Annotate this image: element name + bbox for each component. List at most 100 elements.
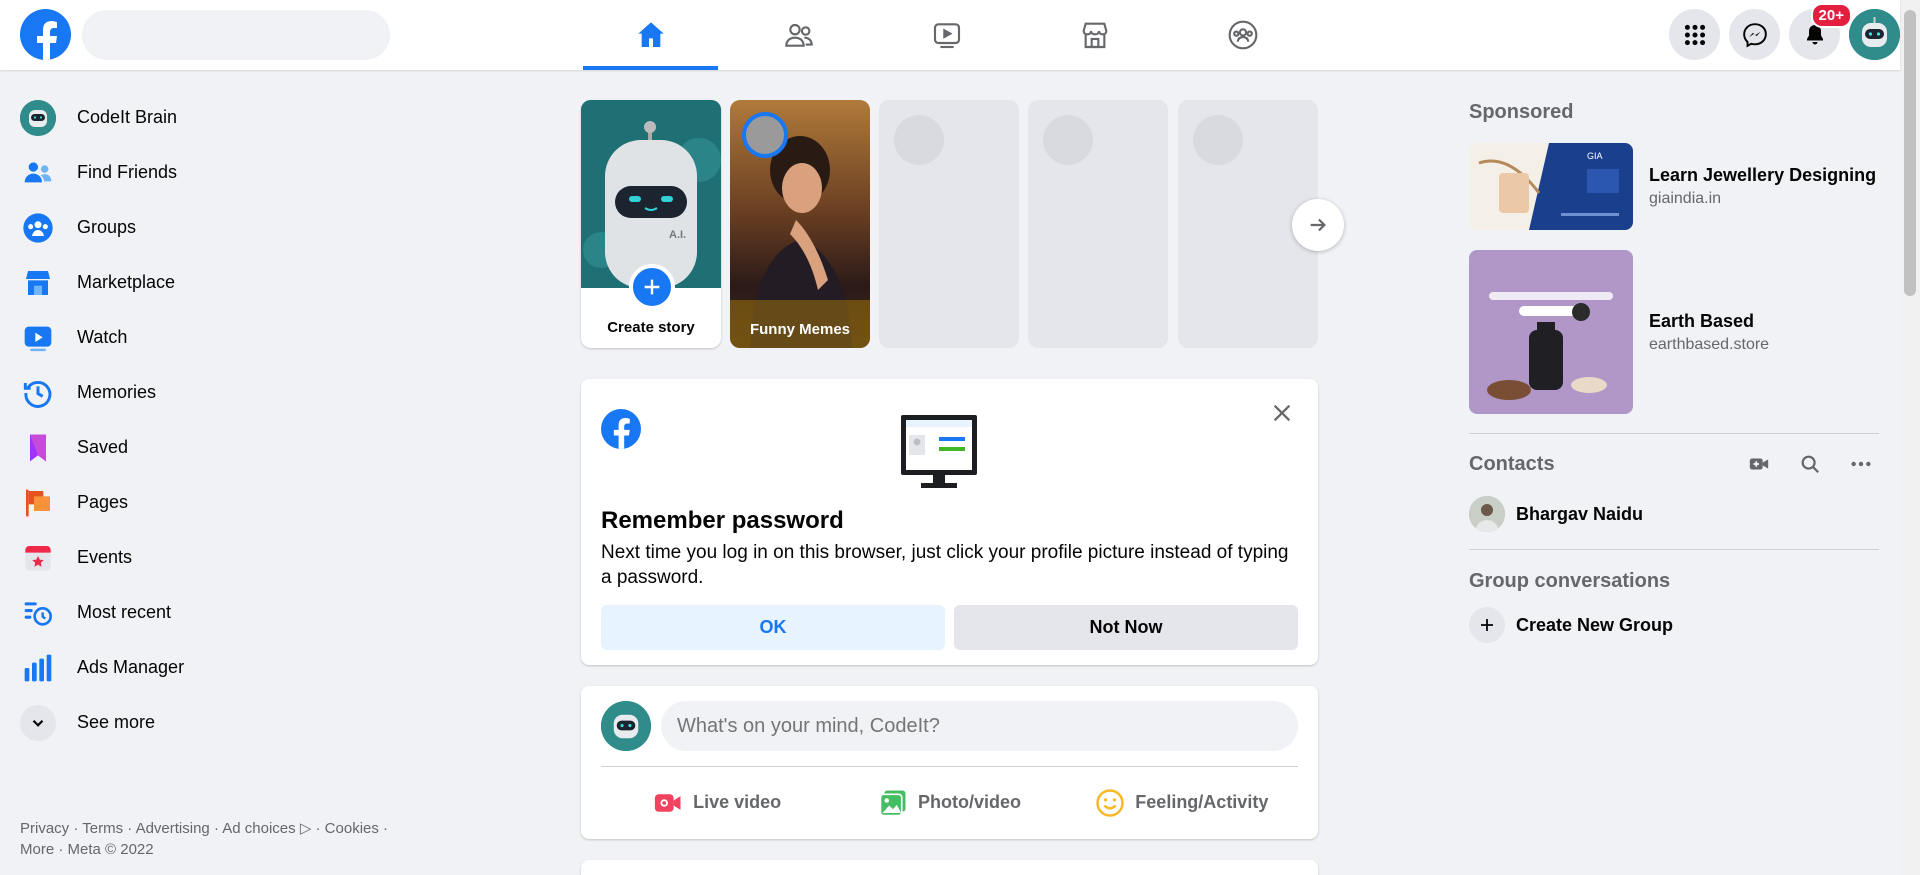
friends-icon [24, 161, 52, 182]
svg-text:GIA: GIA [1587, 151, 1603, 161]
tab-marketplace[interactable] [1027, 0, 1162, 70]
facebook-logo-icon [601, 409, 641, 449]
group-conversations-title: Group conversations [1469, 570, 1671, 592]
memories-icon [23, 380, 52, 408]
sidebar-item-find-friends[interactable]: Find Friends [10, 145, 430, 200]
ok-button[interactable]: OK [601, 605, 945, 650]
divider [1469, 549, 1879, 550]
stories-next-button[interactable] [1292, 199, 1344, 251]
story-placeholder [1028, 100, 1168, 348]
tab-home[interactable] [583, 0, 718, 70]
arrow-right-icon [1310, 218, 1326, 232]
divider [601, 766, 1298, 767]
sidebar-item-label: Memories [77, 382, 157, 402]
calendar-icon [25, 545, 51, 571]
composer-actions: Live video Photo/video Feeling/Activity [601, 776, 1298, 829]
marketplace-icon [26, 270, 50, 295]
sidebar-item-saved[interactable]: Saved [10, 420, 430, 475]
contact-item[interactable]: Bhargav Naidu [1469, 488, 1879, 540]
divider [1469, 433, 1879, 434]
sidebar-item-pages[interactable]: Pages [10, 475, 430, 530]
notifications-button[interactable]: 20+ [1789, 3, 1852, 60]
story-funny-memes[interactable]: Funny Memes [730, 100, 870, 348]
monitor-illustration-icon [901, 415, 977, 488]
footer-line[interactable]: More · Meta © 2022 [20, 839, 420, 860]
sidebar-see-more[interactable]: See more [10, 695, 430, 750]
sidebar-item-label: See more [77, 712, 156, 732]
footer-links: Privacy · Terms · Advertising · Ad choic… [20, 818, 420, 860]
close-button[interactable] [1266, 397, 1298, 429]
add-story-button[interactable] [629, 264, 675, 310]
watch-icon [24, 326, 52, 351]
photo-video-button[interactable]: Photo/video [833, 776, 1065, 829]
sidebar-item-label: Most recent [77, 602, 172, 622]
not-now-button[interactable]: Not Now [954, 605, 1298, 650]
sidebar-item-marketplace[interactable]: Marketplace [10, 255, 430, 310]
tab-watch[interactable] [879, 0, 1014, 70]
grid-menu-icon [1684, 24, 1705, 45]
ad-image [1469, 250, 1633, 414]
sidebar-item-label: Groups [77, 217, 137, 237]
card-title: Remember password [601, 507, 844, 534]
home-icon [637, 22, 664, 47]
sidebar-item-events[interactable]: Events [10, 530, 430, 585]
sponsored-title: Sponsored [1469, 101, 1574, 123]
tab-groups[interactable] [1175, 0, 1310, 70]
sidebar-item-watch[interactable]: Watch [10, 310, 430, 365]
menu-button[interactable] [1669, 9, 1720, 60]
sidebar-item-label: Watch [77, 327, 128, 347]
ad-site: earthbased.store [1649, 335, 1770, 353]
most-recent-icon [24, 601, 52, 626]
robot-avatar-image: A.I. [581, 100, 721, 288]
feeling-activity-button[interactable]: Feeling/Activity [1066, 776, 1298, 829]
scrollbar-thumb[interactable] [1904, 10, 1916, 296]
create-new-group-button[interactable]: Create New Group [1469, 599, 1879, 651]
svg-text:A.I.: A.I. [669, 229, 686, 241]
messenger-button[interactable] [1729, 9, 1780, 60]
account-avatar[interactable] [1849, 9, 1900, 60]
facebook-logo-icon[interactable] [20, 9, 71, 60]
photo-icon [879, 790, 906, 816]
avatar [1469, 496, 1505, 532]
search-contacts-button[interactable] [1792, 446, 1828, 482]
sidebar-item-label: Saved [77, 437, 129, 457]
new-room-button[interactable] [1741, 446, 1777, 482]
ad-item[interactable]: GIA Learn Jewellery Designing giaindia.i… [1469, 143, 1879, 230]
close-icon [1273, 404, 1291, 422]
search-input[interactable] [82, 10, 390, 60]
notification-badge: 20+ [1810, 3, 1852, 28]
ad-item[interactable]: Earth Based earthbased.store [1469, 250, 1879, 414]
post-input[interactable] [661, 701, 1298, 751]
video-camera-icon [1749, 458, 1769, 470]
sidebar-item-profile[interactable]: CodeIt Brain [10, 90, 430, 145]
action-label: Feeling/Activity [1135, 792, 1269, 812]
action-label: Photo/video [917, 792, 1021, 812]
page-scrollbar[interactable] [1900, 0, 1920, 875]
sidebar-item-label: CodeIt Brain [77, 107, 178, 127]
sidebar-item-groups[interactable]: Groups [10, 200, 430, 255]
chevron-down-icon [32, 719, 44, 727]
sidebar-item-label: Find Friends [77, 162, 178, 182]
contacts-options-button[interactable] [1843, 446, 1879, 482]
watch-icon [933, 23, 960, 49]
create-story-card[interactable]: A.I. Create story [581, 100, 721, 348]
left-sidebar: CodeIt Brain Find Friends Groups Marketp… [10, 90, 430, 750]
live-video-button[interactable]: Live video [601, 776, 833, 829]
avatar[interactable] [601, 701, 651, 751]
messenger-icon [1742, 22, 1767, 47]
footer-line[interactable]: Privacy · Terms · Advertising · Ad choic… [20, 818, 420, 839]
tab-friends[interactable] [731, 0, 866, 70]
feed-post-card [581, 860, 1318, 875]
ad-site: giaindia.in [1649, 190, 1722, 207]
card-description: Next time you log in on this browser, ju… [601, 542, 1289, 588]
sidebar-item-memories[interactable]: Memories [10, 365, 430, 420]
top-navigation-bar: 20+ [0, 0, 1900, 70]
create-story-label: Create story [607, 319, 695, 336]
story-placeholder [879, 100, 1019, 348]
sidebar-item-ads-manager[interactable]: Ads Manager [10, 640, 430, 695]
sidebar-item-most-recent[interactable]: Most recent [10, 585, 430, 640]
plus-icon [1481, 619, 1493, 631]
story-label: Funny Memes [749, 321, 851, 338]
bar-chart-icon [24, 654, 52, 681]
sidebar-item-label: Pages [77, 492, 129, 512]
